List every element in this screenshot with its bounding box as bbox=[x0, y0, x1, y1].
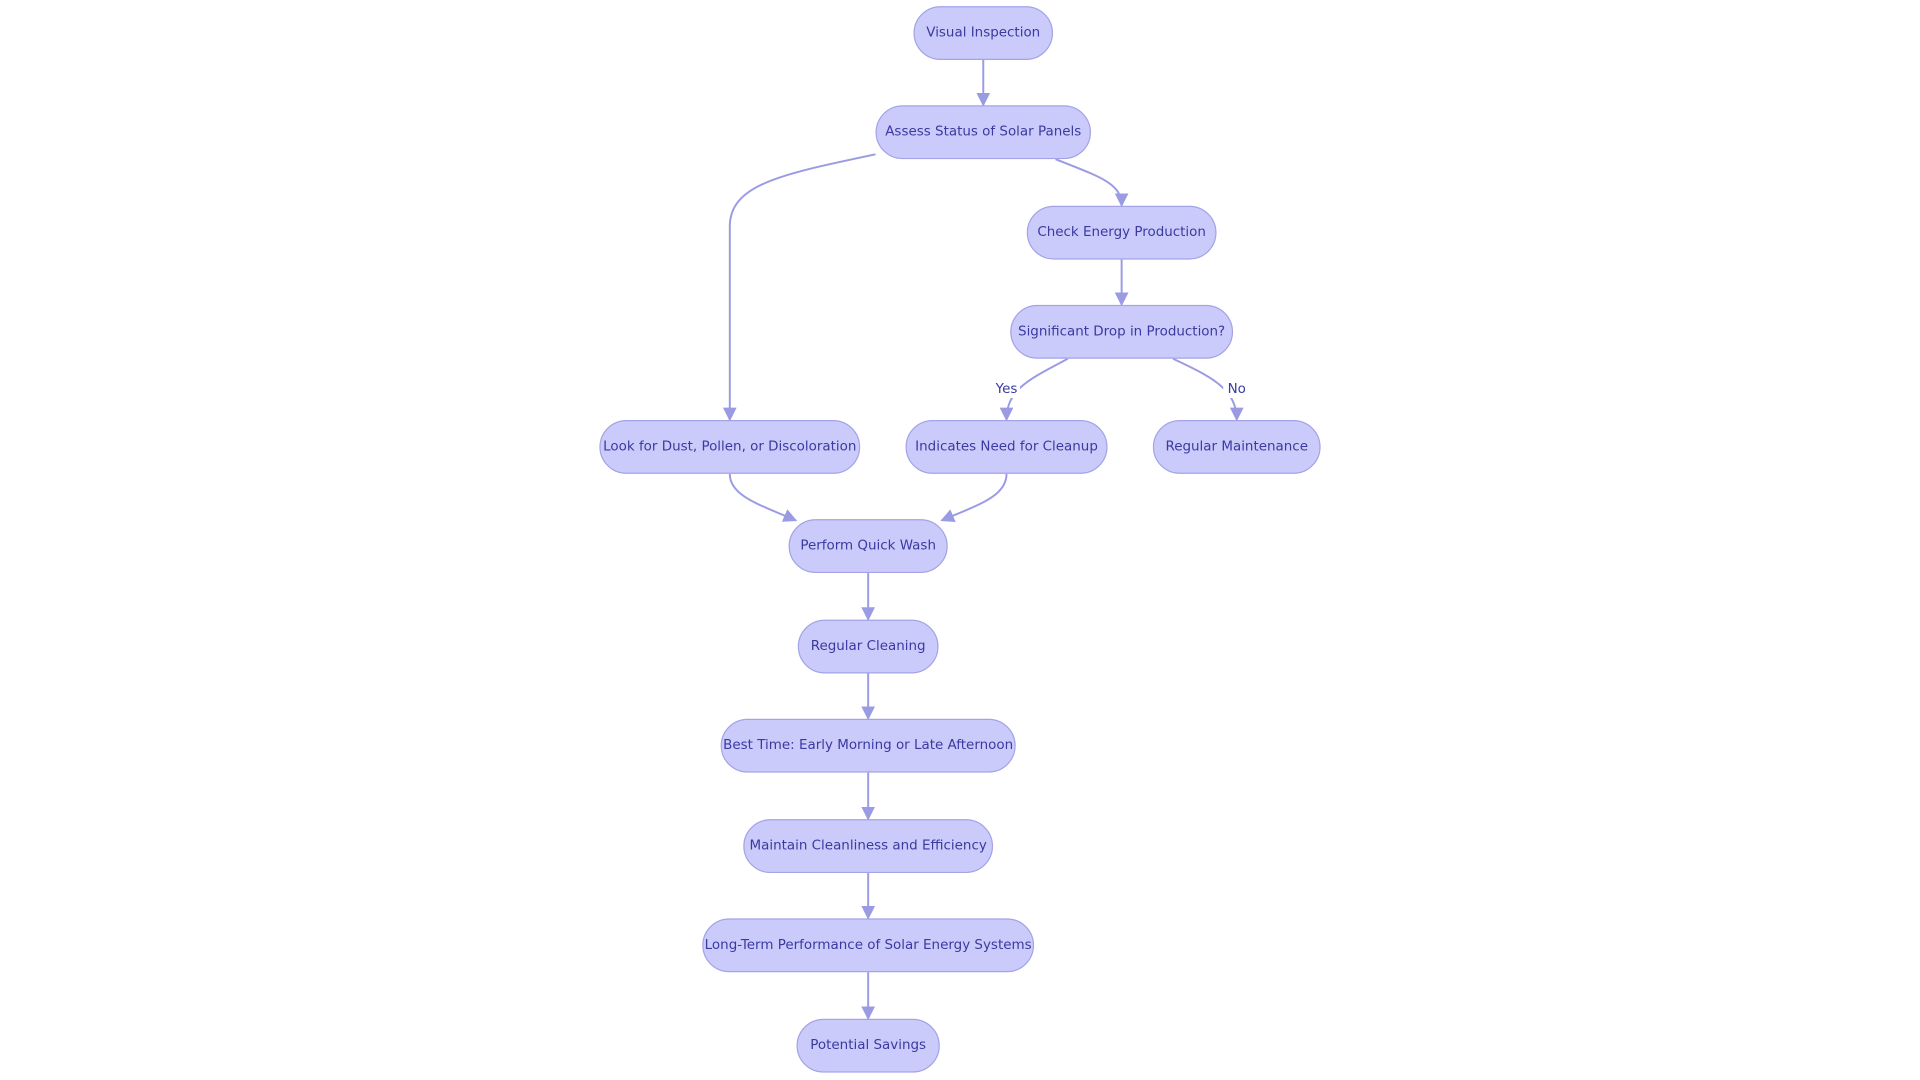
node-label: Look for Dust, Pollen, or Discoloration bbox=[603, 439, 856, 454]
node-assess: Assess Status of Solar Panels bbox=[875, 105, 1092, 160]
node-label: Check Energy Production bbox=[1037, 225, 1206, 240]
node-label: Best Time: Early Morning or Late Afterno… bbox=[723, 738, 1013, 753]
node-visual: Visual Inspection bbox=[913, 6, 1054, 60]
node-look: Look for Dust, Pollen, or Discoloration bbox=[599, 420, 861, 474]
node-check: Check Energy Production bbox=[1026, 205, 1217, 260]
node-besttime: Best Time: Early Morning or Late Afterno… bbox=[720, 718, 1016, 773]
edge-look-wash bbox=[728, 473, 798, 522]
edge-assess-check bbox=[1055, 158, 1129, 208]
node-longterm: Long-Term Performance of Solar Energy Sy… bbox=[702, 918, 1035, 973]
node-label: Significant Drop in Production? bbox=[1018, 324, 1225, 339]
node-maintain: Maintain Cleanliness and Efficiency bbox=[743, 819, 994, 874]
node-wash: Perform Quick Wash bbox=[788, 519, 948, 574]
node-indicates: Indicates Need for Cleanup bbox=[905, 420, 1108, 474]
node-drop: Significant Drop in Production? bbox=[1010, 304, 1234, 359]
node-label: Long-Term Performance of Solar Energy Sy… bbox=[705, 938, 1032, 953]
node-label: Assess Status of Solar Panels bbox=[885, 125, 1081, 140]
node-savings: Potential Savings bbox=[796, 1018, 940, 1073]
node-label: Indicates Need for Cleanup bbox=[915, 439, 1098, 454]
edge-label-no: No bbox=[1228, 382, 1246, 397]
node-label: Visual Inspection bbox=[926, 26, 1040, 41]
node-label: Maintain Cleanliness and Efficiency bbox=[749, 839, 986, 854]
edge-indicates-wash bbox=[940, 473, 1008, 522]
node-cleaning: Regular Cleaning bbox=[797, 619, 939, 674]
node-maint: Regular Maintenance bbox=[1152, 420, 1321, 474]
node-label: Regular Cleaning bbox=[811, 639, 926, 654]
flowchart: Yes No Visual Inspection Assess Status of … bbox=[599, 6, 1321, 1073]
node-label: Perform Quick Wash bbox=[800, 539, 936, 554]
node-label: Regular Maintenance bbox=[1165, 439, 1308, 454]
edge-assess-look bbox=[722, 153, 876, 422]
node-label: Potential Savings bbox=[810, 1038, 926, 1053]
edge-label-yes: Yes bbox=[995, 382, 1018, 397]
